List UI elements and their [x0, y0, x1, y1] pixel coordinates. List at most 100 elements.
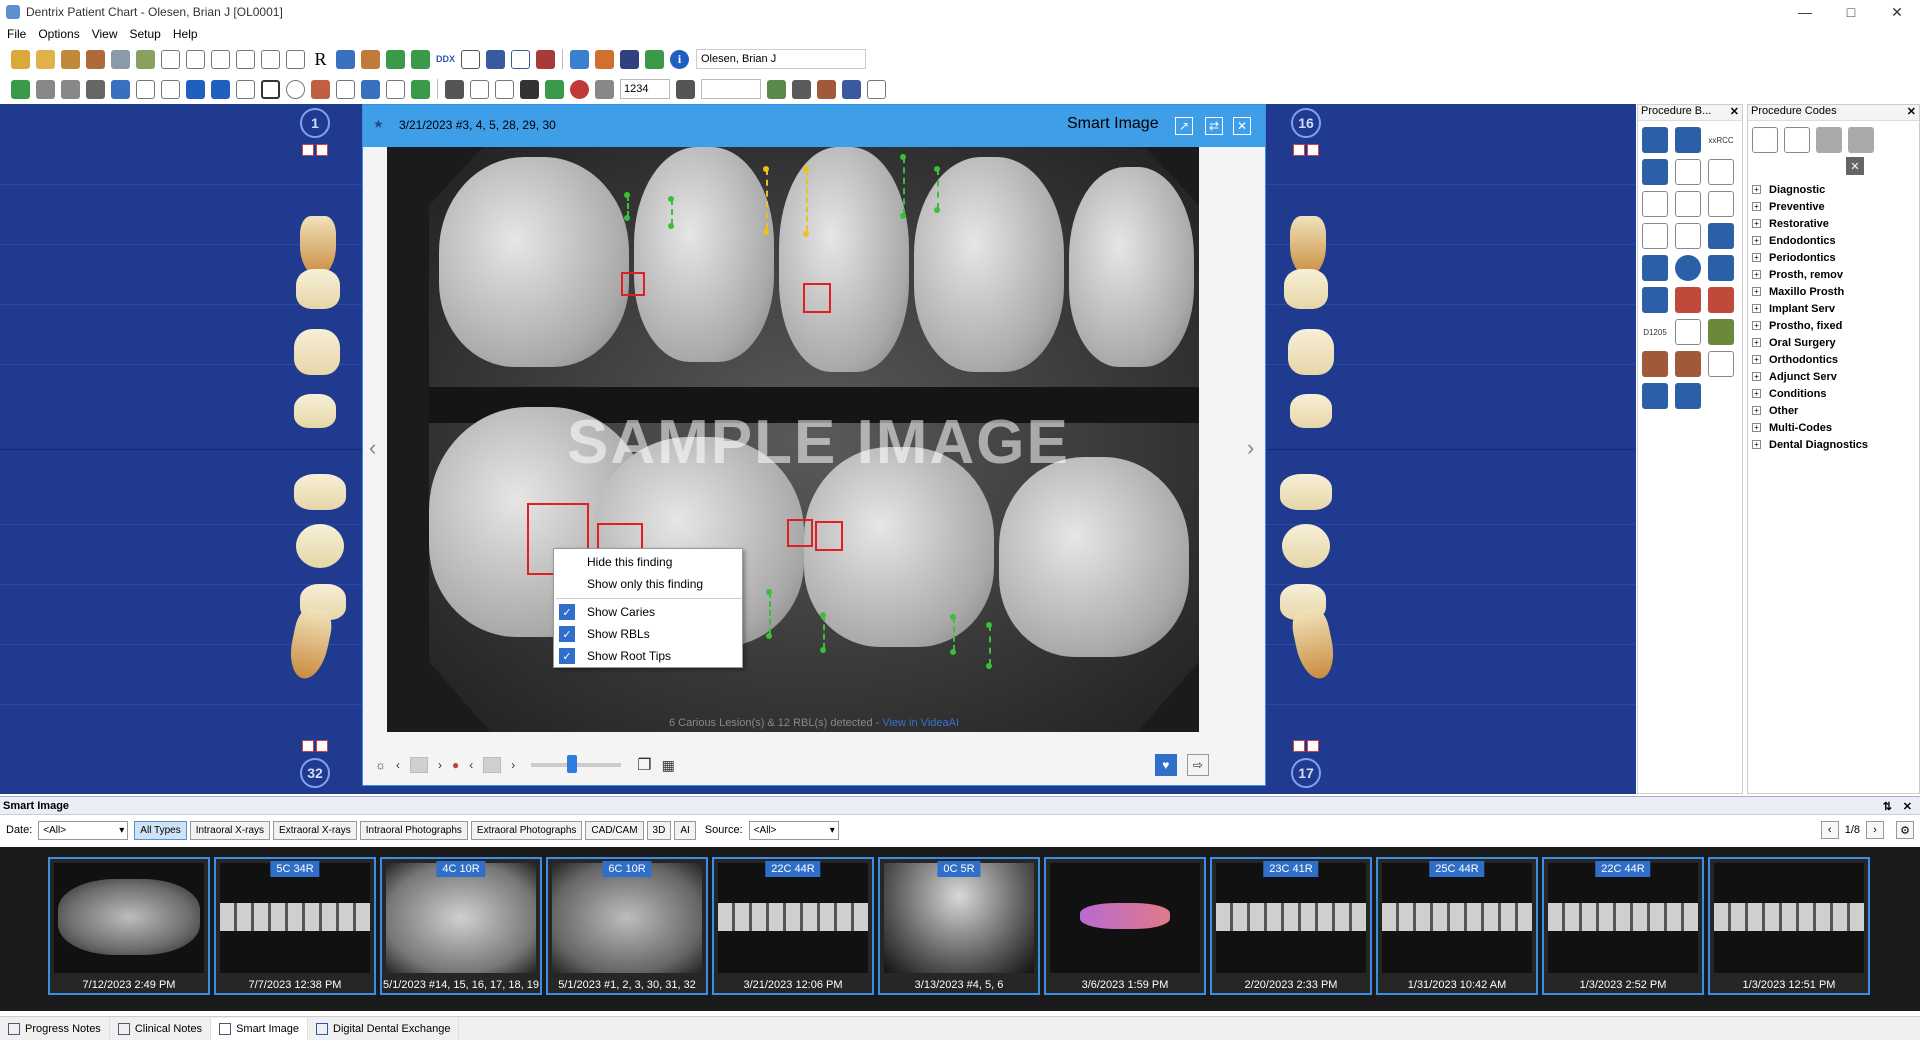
rbl-point[interactable] [766, 589, 772, 595]
rbl-line[interactable] [671, 199, 673, 225]
sparkle-icon[interactable] [595, 79, 614, 99]
rbl-point[interactable] [668, 196, 674, 202]
r-icon[interactable]: R [311, 49, 330, 69]
tooth-1-crown[interactable] [296, 269, 340, 309]
show-rbls-item[interactable]: ✓ Show RBLs [554, 623, 742, 645]
next-image-arrow[interactable]: › [1247, 435, 1254, 461]
filter-ai[interactable]: AI [674, 820, 696, 840]
menu-help[interactable]: Help [173, 27, 198, 41]
rbl-point[interactable] [766, 633, 772, 639]
square-icon[interactable] [386, 79, 405, 99]
continuing-care-icon[interactable] [386, 49, 405, 69]
rbl-line[interactable] [903, 157, 905, 215]
quick-letters-icon[interactable] [336, 49, 355, 69]
rbl-point[interactable] [820, 647, 826, 653]
rbl-point[interactable] [624, 192, 630, 198]
close-window-button[interactable]: ✕ [1874, 0, 1920, 24]
image-thumbnail[interactable]: 5C 34R 7/7/2023 12:38 PM [214, 857, 376, 995]
procedure-button[interactable] [1675, 319, 1701, 345]
settings-gear-icon[interactable]: ⚙ [1896, 821, 1914, 839]
procedure-button[interactable] [1642, 383, 1668, 409]
x-ray-icon[interactable] [186, 79, 205, 99]
list-icon[interactable] [236, 49, 255, 69]
procedure-button[interactable] [1675, 255, 1701, 281]
expand-icon[interactable]: + [1752, 423, 1761, 432]
xray-image[interactable]: SAMPLE IMAGE [387, 147, 1199, 732]
expand-icon[interactable]: + [1752, 372, 1761, 381]
treatment-planner-icon[interactable] [136, 49, 155, 69]
caries-finding[interactable] [787, 519, 813, 547]
tooth-17-root[interactable] [1289, 606, 1339, 682]
category-conditions[interactable]: + Conditions [1752, 385, 1868, 402]
caries-finding[interactable] [815, 521, 843, 551]
category-adjunct-serv[interactable]: + Adjunct Serv [1752, 368, 1868, 385]
tooth-16-lingual[interactable] [1290, 394, 1332, 428]
rbl-line[interactable] [989, 625, 991, 665]
category-orthodontics[interactable]: + Orthodontics [1752, 351, 1868, 368]
money-icon[interactable] [767, 79, 786, 99]
maximize-button[interactable]: □ [1828, 0, 1874, 24]
procedure-button[interactable] [1708, 223, 1734, 249]
expand-icon[interactable]: + [1752, 406, 1761, 415]
rbl-point[interactable] [900, 213, 906, 219]
procedure-button-d1205[interactable]: D1205 [1642, 319, 1668, 345]
procedure-button[interactable] [1642, 255, 1668, 281]
category-maxillo-prosth[interactable]: + Maxillo Prosth [1752, 283, 1868, 300]
report-icon[interactable] [495, 79, 514, 99]
zoom-slider[interactable] [531, 755, 622, 773]
close-panel-icon[interactable]: ✕ [1903, 798, 1912, 816]
menu-setup[interactable]: Setup [130, 27, 161, 41]
procedure-button[interactable] [1675, 287, 1701, 313]
edit-document-icon[interactable] [511, 49, 530, 69]
pin-icon[interactable]: ⇅ [1883, 798, 1892, 816]
search-codes-icon[interactable] [1816, 127, 1842, 153]
document-icon[interactable] [161, 49, 180, 69]
print-icon[interactable] [36, 79, 55, 99]
patient-name-field[interactable]: Olesen, Brian J [696, 49, 866, 69]
copy-icon[interactable]: ❐ [637, 755, 651, 775]
card-icon[interactable] [211, 49, 230, 69]
expand-icon[interactable]: ↗ [1175, 117, 1193, 135]
tooth-chart-icon[interactable] [545, 79, 564, 99]
gear-icon[interactable] [361, 79, 380, 99]
tab-digital-dental-exchange[interactable]: Digital Dental Exchange [308, 1017, 460, 1040]
brightness-icon[interactable]: ☼ [375, 758, 386, 772]
image-thumbnail[interactable]: 0C 5R 3/13/2023 #4, 5, 6 [878, 857, 1040, 995]
image-thumbnail[interactable]: 23C 41R 2/20/2023 2:33 PM [1210, 857, 1372, 995]
procedure-button[interactable] [1675, 159, 1701, 185]
procedure-button[interactable] [1708, 191, 1734, 217]
monitor-icon[interactable] [461, 49, 480, 69]
patient-chart-icon[interactable] [86, 49, 105, 69]
menu-options[interactable]: Options [38, 27, 79, 41]
probe-icon[interactable] [336, 79, 355, 99]
tooth-32-occlusal[interactable] [296, 524, 344, 568]
users-icon[interactable] [570, 49, 589, 69]
ai-tooth-icon[interactable]: ♥ [1154, 754, 1177, 776]
caries-finding[interactable] [803, 283, 831, 313]
rbl-line[interactable] [769, 592, 771, 634]
procedure-button[interactable] [1642, 287, 1668, 313]
tooth-number-17[interactable]: 17 [1291, 758, 1321, 788]
family-file-icon[interactable] [36, 49, 55, 69]
procedure-button[interactable] [1675, 127, 1701, 153]
brightness-left-arrow[interactable]: ‹ [396, 758, 400, 772]
rbl-line[interactable] [937, 169, 939, 209]
category-dental-diagnostics[interactable]: + Dental Diagnostics [1752, 436, 1868, 453]
w-icon[interactable] [520, 79, 539, 99]
contrast-right-arrow[interactable]: › [511, 758, 515, 772]
close-panel-icon[interactable]: ✕ [1907, 105, 1916, 118]
rbl-point[interactable] [934, 166, 940, 172]
chart-view-icon[interactable] [261, 79, 280, 99]
export-icon[interactable]: ⇨ [1186, 754, 1209, 776]
category-prosth-remov[interactable]: + Prosth, remov [1752, 266, 1868, 283]
tooth-17-occlusal[interactable] [1282, 524, 1330, 568]
alert-icon[interactable] [595, 49, 614, 69]
pin-icon[interactable]: ★ [373, 117, 384, 131]
category-preventive[interactable]: + Preventive [1752, 198, 1868, 215]
minimize-button[interactable]: — [1782, 0, 1828, 24]
sync-icon[interactable] [11, 79, 30, 99]
procedure-button[interactable] [1642, 223, 1668, 249]
tooth-select-icon[interactable] [136, 79, 155, 99]
procedure-button-xxrcc[interactable]: xxRCC [1708, 127, 1734, 153]
image-thumbnail[interactable]: 6C 10R 5/1/2023 #1, 2, 3, 30, 31, 32 [546, 857, 708, 995]
